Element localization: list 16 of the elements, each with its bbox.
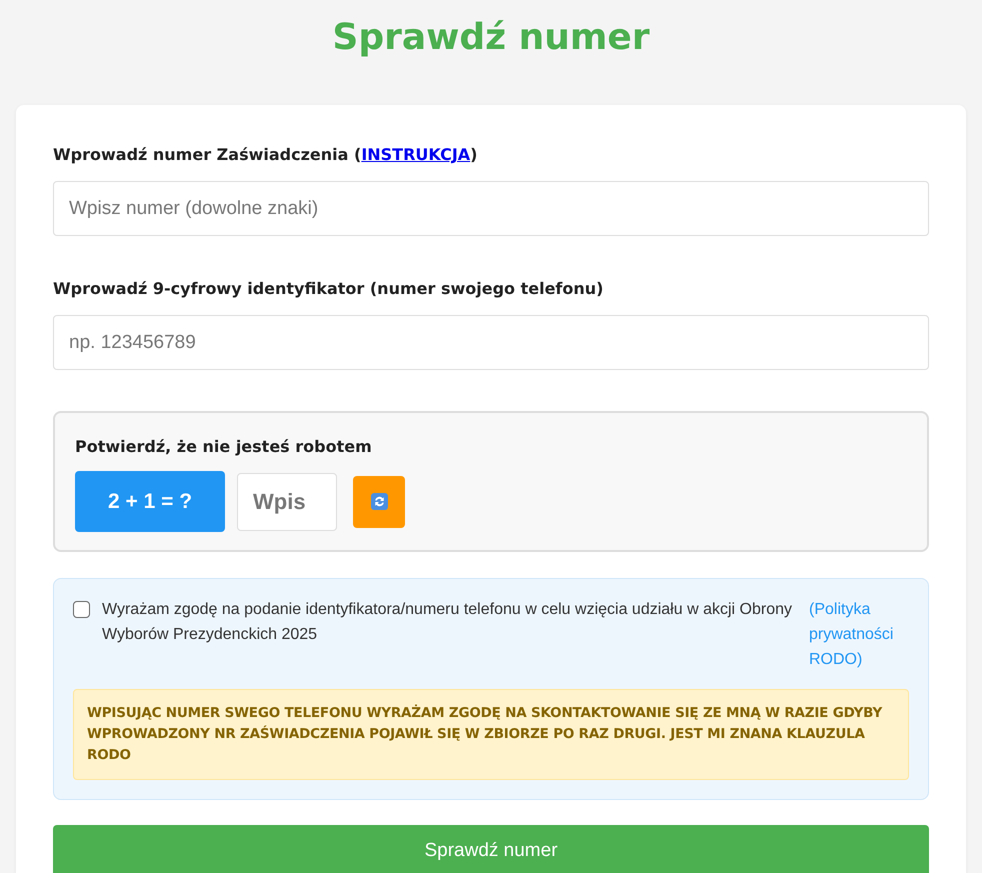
captcha-answer-field[interactable]: Wpis	[237, 472, 337, 531]
captcha-label: Potwierdź, że nie jesteś robotem	[75, 436, 373, 458]
privacy-policy-link[interactable]: (Polityka prywatności RODO)	[809, 597, 909, 672]
submit-button[interactable]: Sprawdź numer	[53, 825, 929, 873]
refresh-button[interactable]	[353, 476, 405, 528]
captcha-question: 2 + 1 = ?	[75, 471, 225, 532]
refresh-icon	[370, 493, 388, 510]
page-title: Sprawdź numer	[331, 16, 651, 60]
consent-text: Wyrażam zgodę na podanie identyfikatora/numeru telefonu w celu wzięcia udziału w akcji Obrony Wyborów Prezydenckich 2025	[102, 600, 793, 646]
instruction-link[interactable]: INSTRUKCJA	[361, 145, 470, 164]
consent-checkbox[interactable]	[73, 601, 90, 618]
consent-notice: WPISUJĄC NUMER SWEGO TELEFONU WYRAŻAM ZGODĘ NA SKONTAKTOWANIE SIĘ ZE MNĄ W RAZIE GDYBY WPROWADZONY NR ZAŚWIADCZENIA POJAWIŁ SIĘ W ZBIORZE PO RAZ DRUGI. JEST MI ZNANA KLAUZULA RODO	[73, 689, 909, 780]
phone-number-field[interactable]: np. 123456789	[53, 315, 929, 370]
field-label: Wprowadź numer Zaświadczenia (INSTRUKCJA)	[53, 144, 478, 166]
certificate-number-field[interactable]: Wpisz numer (dowolne znaki)	[53, 181, 929, 236]
field-label: Wprowadź 9-cyfrowy identyfikator (numer swojego telefonu)	[53, 278, 604, 300]
